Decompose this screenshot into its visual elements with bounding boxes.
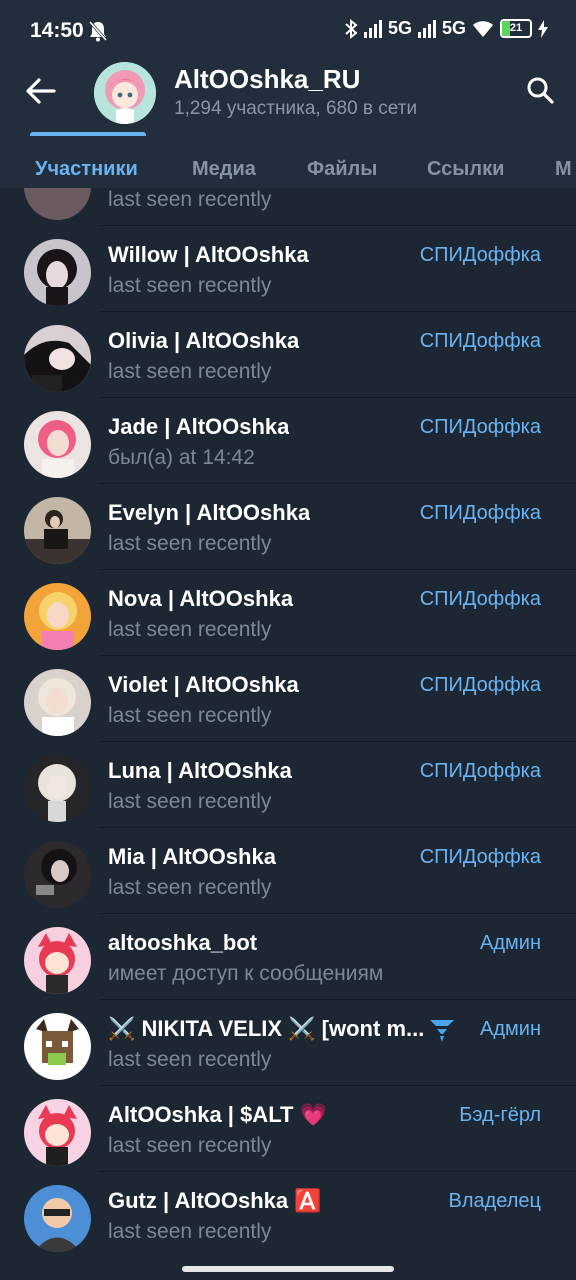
- member-role: Бэд-гёрл: [459, 1104, 541, 1126]
- list-item[interactable]: Violet | AltOOshka last seen recently СП…: [0, 656, 576, 742]
- members-list[interactable]: last seen recently Willow | AltOOshka la…: [0, 188, 576, 1280]
- member-name: Evelyn | AltOOshka: [108, 500, 311, 525]
- member-name: Willow | AltOOshka: [108, 242, 309, 267]
- member-role: СПИДоффка: [419, 674, 541, 696]
- member-status: last seen recently: [108, 704, 272, 727]
- member-status: last seen recently: [108, 532, 272, 555]
- member-avatar: [24, 927, 91, 994]
- search-icon[interactable]: [526, 76, 554, 104]
- wifi-icon: [473, 20, 493, 37]
- charging-icon: [538, 19, 548, 38]
- member-role: СПИДоффка: [419, 846, 541, 868]
- member-role: СПИДоффка: [419, 330, 541, 352]
- member-role: СПИДоффка: [419, 502, 541, 524]
- member-name: Jade | AltOOshka: [108, 414, 290, 439]
- list-item[interactable]: ⚔️ NIKITA VELIX ⚔️ [wont m... last seen …: [0, 1000, 576, 1086]
- group-title[interactable]: AltOOshka_RU: [174, 64, 360, 95]
- list-item[interactable]: Olivia | AltOOshka last seen recently СП…: [0, 312, 576, 398]
- group-avatar[interactable]: [94, 62, 156, 124]
- list-item[interactable]: Evelyn | AltOOshka last seen recently СП…: [0, 484, 576, 570]
- list-item[interactable]: Jade | AltOOshka был(а) at 14:42 СПИДофф…: [0, 398, 576, 484]
- member-avatar: [24, 497, 91, 564]
- battery-level: 21: [509, 22, 523, 34]
- member-status: имеет доступ к сообщениям: [108, 962, 384, 985]
- member-status: last seen recently: [108, 618, 272, 641]
- tab-media[interactable]: Медиа: [192, 158, 256, 181]
- tab-files[interactable]: Файлы: [307, 158, 377, 181]
- tab-bar: Участники Медиа Файлы Ссылки М: [0, 150, 576, 188]
- member-name: AltOOshka | $ALT 💗: [108, 1102, 327, 1127]
- active-tab-indicator: [30, 132, 146, 136]
- status-icons: 5G 5G 21: [344, 18, 548, 39]
- member-avatar: [24, 188, 91, 220]
- member-status: last seen recently: [108, 1134, 272, 1157]
- list-item[interactable]: Gutz | AltOOshka 🅰️ last seen recently В…: [0, 1172, 576, 1258]
- list-item[interactable]: Willow | AltOOshka last seen recently СП…: [0, 226, 576, 312]
- member-avatar: [24, 1013, 91, 1080]
- member-status: last seen recently: [108, 1048, 272, 1071]
- member-name: Mia | AltOOshka: [108, 844, 276, 869]
- anime-girl-avatar-icon: [94, 62, 156, 124]
- member-role: СПИДоффка: [419, 416, 541, 438]
- member-avatar: [24, 325, 91, 392]
- member-avatar: [24, 583, 91, 650]
- signal-icon-2: [417, 19, 436, 38]
- member-avatar: [24, 669, 91, 736]
- list-item[interactable]: Luna | AltOOshka last seen recently СПИД…: [0, 742, 576, 828]
- list-item[interactable]: AltOOshka | $ALT 💗 last seen recently Бэ…: [0, 1086, 576, 1172]
- member-role: СПИДоффка: [419, 760, 541, 782]
- member-status: last seen recently: [108, 360, 272, 383]
- signal-icon: [363, 19, 382, 38]
- list-item[interactable]: Nova | AltOOshka last seen recently СПИД…: [0, 570, 576, 656]
- member-avatar: [24, 1099, 91, 1166]
- member-name: Luna | AltOOshka: [108, 758, 292, 783]
- member-avatar: [24, 1185, 91, 1252]
- member-role: Владелец: [448, 1190, 541, 1212]
- member-name: Violet | AltOOshka: [108, 672, 299, 697]
- member-status: last seen recently: [108, 188, 272, 211]
- member-role: СПИДоффка: [419, 244, 541, 266]
- tab-members[interactable]: Участники: [35, 158, 138, 181]
- member-status: last seen recently: [108, 790, 272, 813]
- list-item[interactable]: altooshka_bot имеет доступ к сообщениям …: [0, 914, 576, 1000]
- member-role: Админ: [480, 1018, 541, 1040]
- tab-more[interactable]: М: [555, 158, 572, 181]
- member-status: был(а) at 14:42: [108, 446, 255, 469]
- member-status: last seen recently: [108, 876, 272, 899]
- group-subtitle: 1,294 участника, 680 в сети: [174, 98, 418, 119]
- back-arrow-icon[interactable]: [24, 76, 58, 106]
- member-name: altooshka_bot: [108, 930, 258, 955]
- member-name: ⚔️ NIKITA VELIX ⚔️ [wont m...: [108, 1016, 425, 1041]
- member-avatar: [24, 411, 91, 478]
- member-name: Gutz | AltOOshka 🅰️: [108, 1188, 322, 1213]
- chat-header: AltOOshka_RU 1,294 участника, 680 в сети…: [0, 62, 576, 188]
- gesture-nav-bar[interactable]: [182, 1266, 394, 1272]
- member-avatar: [24, 755, 91, 822]
- member-name: Olivia | AltOOshka: [108, 328, 300, 353]
- member-avatar: [24, 239, 91, 306]
- network-label-1: 5G: [387, 18, 412, 38]
- status-bar: 14:50 5G 5G 21: [0, 0, 576, 62]
- tab-links[interactable]: Ссылки: [427, 158, 504, 181]
- list-item[interactable]: Mia | AltOOshka last seen recently СПИДо…: [0, 828, 576, 914]
- member-role: СПИДоффка: [419, 588, 541, 610]
- battery-icon: 21: [500, 19, 532, 38]
- premium-emoji-icon: [430, 1020, 454, 1042]
- member-role: Админ: [480, 932, 541, 954]
- status-time: 14:50: [30, 19, 84, 42]
- member-name: Nova | AltOOshka: [108, 586, 294, 611]
- bluetooth-icon: [345, 18, 358, 39]
- network-label-2: 5G: [441, 18, 466, 38]
- bell-muted-icon: [88, 21, 108, 42]
- member-status: last seen recently: [108, 274, 272, 297]
- list-item-partial[interactable]: last seen recently: [0, 188, 576, 226]
- member-status: last seen recently: [108, 1220, 272, 1243]
- member-avatar: [24, 841, 91, 908]
